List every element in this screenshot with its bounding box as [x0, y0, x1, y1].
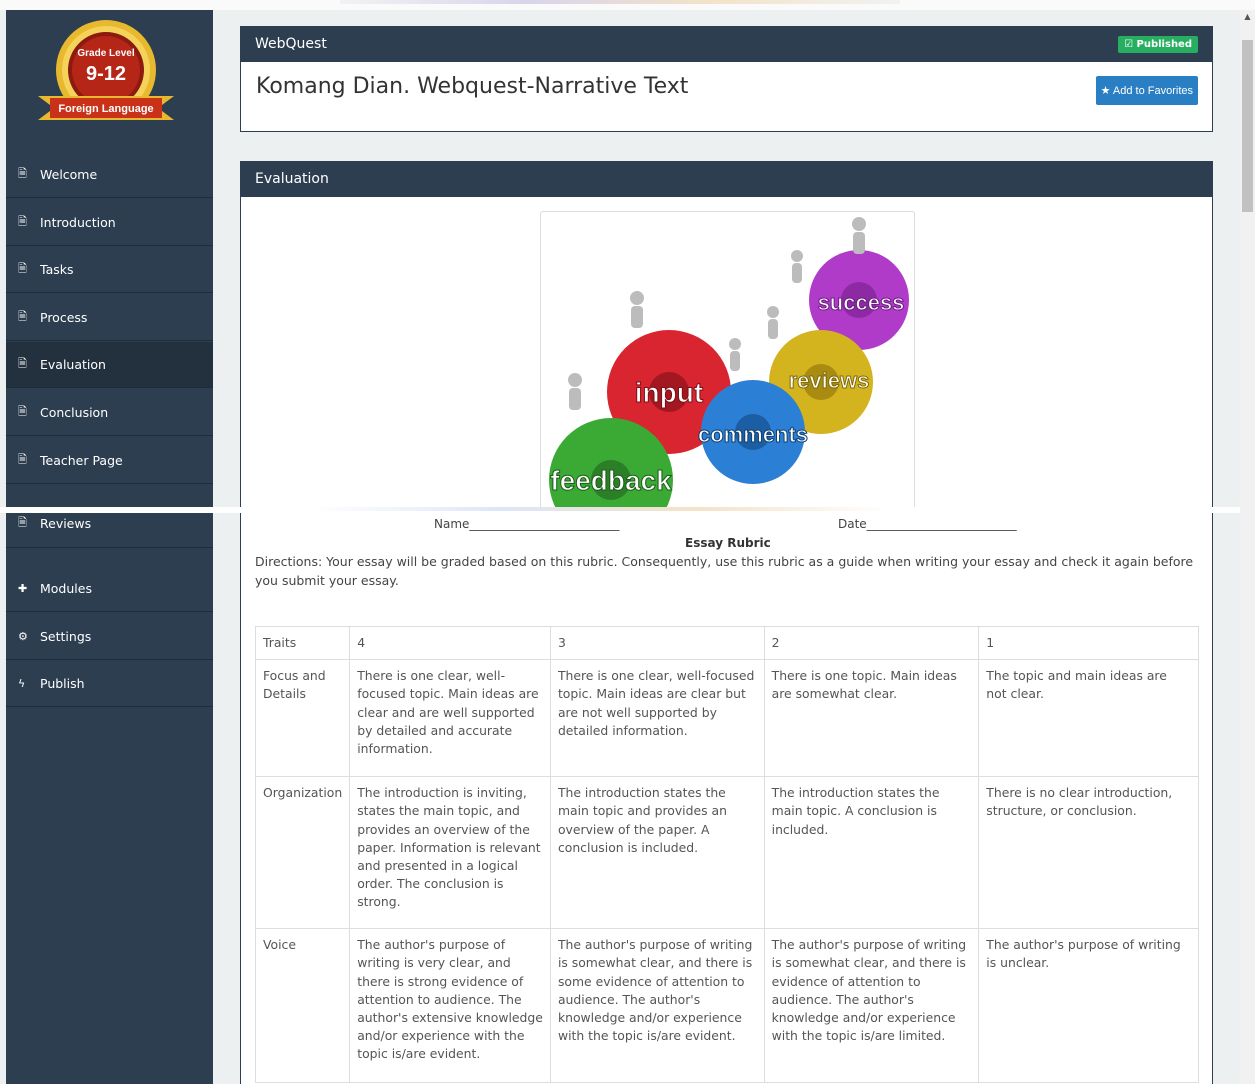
table-cell: There is one clear, well-focused topic. … — [549, 659, 765, 778]
table-row: Focus and Details There is one clear, we… — [254, 659, 1199, 778]
badge-graphic: Grade Level 9-12 Foreign Language — [38, 20, 174, 120]
published-badge: ☑ Published — [1118, 35, 1198, 53]
table-row: Voice The author's purpose of writing is… — [254, 928, 1199, 1084]
table-cell: The author's purpose of writing is very … — [349, 928, 551, 1084]
badge-grade-text: 9-12 — [86, 63, 126, 85]
sidebar-item-conclusion[interactable]: 🗎 Conclusion — [6, 390, 213, 436]
header-cell: 1 — [978, 625, 1199, 661]
plus-icon: ✚ — [18, 582, 28, 595]
grade-level-badge: Grade Level 9-12 Foreign Language — [36, 12, 176, 132]
sidebar-item-tasks[interactable]: 🗎 Tasks — [6, 247, 213, 293]
add-to-favorites-button[interactable]: ★ Add to Favorites — [1095, 76, 1198, 105]
top-strip — [0, 0, 1255, 10]
section-heading: Evaluation — [255, 171, 329, 187]
sidebar-item-introduction[interactable]: 🗎 Introduction — [6, 200, 213, 246]
rubric-title: Essay Rubric — [685, 536, 771, 550]
header-cell: 3 — [549, 625, 765, 661]
document-icon: 🗎 — [18, 357, 27, 370]
document-icon: 🗎 — [18, 405, 27, 418]
sidebar-item-label: Evaluation — [40, 357, 106, 372]
table-cell: The author's purpose of writing is somew… — [549, 928, 765, 1084]
table-cell: There is one clear, well-focused topic. … — [349, 659, 551, 778]
table-cell: There is one topic. Main ideas are somew… — [763, 659, 980, 778]
document-icon: 🗎 — [18, 262, 27, 275]
evaluation-card-header: Evaluation — [240, 161, 1213, 197]
sidebar: Grade Level 9-12 Foreign Language 🗎 Welco… — [6, 10, 213, 1084]
date-line: Date_________________________ — [838, 517, 1017, 531]
table-row: Organization The introduction is invitin… — [254, 776, 1199, 930]
comments-word: comments — [698, 422, 808, 447]
table-cell: The introduction is inviting, states the… — [349, 776, 551, 930]
header-cell: Traits — [254, 625, 351, 661]
trait-cell: Organization — [254, 776, 351, 930]
seam-decoration — [310, 507, 890, 511]
table-cell: The introduction states the main topic a… — [549, 776, 765, 930]
document-icon: 🗎 — [18, 167, 27, 180]
success-word: success — [818, 290, 905, 315]
feedback-word: feedback — [550, 465, 672, 496]
page-title: Komang Dian. Webquest-Narrative Text — [256, 74, 689, 99]
scrollbar-thumb[interactable] — [1242, 40, 1253, 212]
scroll-up-arrow-icon[interactable]: ▲ — [1242, 12, 1253, 21]
header-cell: 4 — [349, 625, 551, 661]
sidebar-item-label: Teacher Page — [40, 453, 123, 468]
table-cell: The author's purpose of writing is somew… — [763, 928, 980, 1084]
bolt-icon: ϟ — [18, 677, 26, 690]
name-line: Name_________________________ — [434, 517, 620, 531]
sidebar-item-label: Publish — [40, 676, 85, 691]
table-header-row: Traits 4 3 2 1 — [254, 625, 1199, 661]
sidebar-item-teacher-page[interactable]: 🗎 Teacher Page — [6, 438, 213, 484]
document-icon: 🗎 — [18, 215, 27, 228]
document-icon: 🗎 — [18, 310, 27, 323]
table-cell: The introduction states the main topic. … — [763, 776, 980, 930]
sidebar-item-label: Process — [40, 310, 88, 325]
webquest-card: WebQuest ☑ Published Komang Dian. Webque… — [240, 26, 1213, 132]
table-cell: There is no clear introduction, structur… — [978, 776, 1199, 930]
reviews-word: reviews — [789, 368, 870, 393]
badge-top-text: Grade Level — [77, 48, 134, 59]
table-cell: The topic and main ideas are not clear. — [978, 659, 1199, 778]
trait-cell: Voice — [254, 928, 351, 1084]
trait-cell: Focus and Details — [254, 659, 351, 778]
badge-ribbon-text: Foreign Language — [58, 103, 153, 115]
sidebar-item-modules[interactable]: ✚ Modules — [6, 566, 213, 612]
header-cell: 2 — [763, 625, 980, 661]
input-word: input — [635, 377, 703, 408]
document-icon: 🗎 — [18, 453, 27, 466]
webquest-card-body: Komang Dian. Webquest-Narrative Text ★ A… — [240, 62, 1213, 132]
sidebar-item-label: Tasks — [40, 262, 74, 277]
sidebar-item-label: Modules — [40, 581, 92, 596]
page-seam — [0, 507, 1255, 513]
sidebar-item-label: Reviews — [40, 516, 92, 531]
sidebar-item-publish[interactable]: ϟ Publish — [6, 661, 213, 707]
sidebar-item-evaluation[interactable]: 🗎 Evaluation — [6, 342, 213, 388]
sidebar-item-label: Conclusion — [40, 405, 109, 420]
gears-illustration: success reviews input comments feedback — [540, 211, 915, 511]
sidebar-item-settings[interactable]: ⚙ Settings — [6, 614, 213, 660]
sidebar-item-process[interactable]: 🗎 Process — [6, 295, 213, 341]
sidebar-item-label: Settings — [40, 629, 92, 644]
sidebar-item-welcome[interactable]: 🗎 Welcome — [6, 152, 213, 198]
top-decoration — [340, 0, 900, 4]
rubric-table: Traits 4 3 2 1 Focus and Details There i… — [254, 625, 1199, 1084]
sidebar-item-label: Introduction — [40, 215, 116, 230]
document-icon: 🗎 — [18, 516, 27, 529]
sidebar-item-label: Welcome — [40, 167, 98, 182]
rubric-directions: Directions: Your essay will be graded ba… — [255, 554, 1194, 588]
gear-icon: ⚙ — [18, 630, 28, 643]
webquest-card-header: WebQuest ☑ Published — [240, 26, 1213, 62]
table-cell: The author's purpose of writing is uncle… — [978, 928, 1199, 1084]
section-label: WebQuest — [255, 36, 327, 52]
